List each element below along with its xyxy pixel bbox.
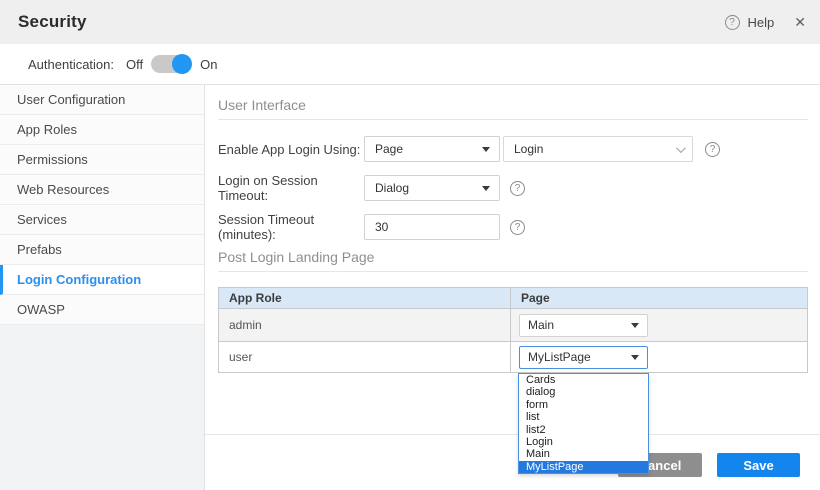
dropdown-option-mylistpage[interactable]: MyListPage [519,461,648,473]
sidebar-item-app-roles[interactable]: App Roles [0,115,204,145]
security-dialog: Security ? Help ✕ Authentication: Off On… [0,0,820,490]
table-row: user MyListPage [219,342,808,373]
help-icon[interactable]: ? [510,181,525,196]
sidebar-item-prefabs[interactable]: Prefabs [0,235,204,265]
page-title: Security [18,12,87,32]
main-content: User Interface Enable App Login Using: P… [205,85,820,490]
dropdown-option-login[interactable]: Login [519,436,648,448]
toggle-knob [172,54,192,74]
toggle-off-label: Off [126,57,143,72]
session-timeout-minutes-label: Session Timeout (minutes): [218,212,364,242]
user-page-value: MyListPage [528,350,591,364]
sidebar-item-web-resources[interactable]: Web Resources [0,175,204,205]
section-post-login-landing-page: Post Login Landing Page [218,249,808,272]
app-role-cell-admin: admin [219,309,511,342]
dropdown-option-main[interactable]: Main [519,448,648,460]
landing-page-table: App Role Page admin Main user [218,287,808,373]
sidebar-item-user-configuration[interactable]: User Configuration [0,85,204,115]
chevron-down-icon [676,143,686,153]
close-icon[interactable]: ✕ [794,14,806,31]
enable-app-login-row: Enable App Login Using: Page Login ? [218,136,808,162]
caret-down-icon [631,355,639,360]
footer-actions: Cancel Save [218,453,808,477]
table-row: admin Main [219,309,808,342]
section-user-interface: User Interface [218,97,808,120]
admin-page-value: Main [528,318,554,332]
caret-down-icon [631,323,639,328]
authentication-toggle[interactable] [151,55,191,73]
save-button[interactable]: Save [717,453,800,477]
sidebar-item-owasp[interactable]: OWASP [0,295,204,325]
footer-divider [205,434,820,435]
app-role-cell-user: user [219,342,511,373]
app-role-column-header: App Role [219,288,511,309]
dropdown-option-dialog[interactable]: dialog [519,386,648,398]
help-icon[interactable]: ? [705,142,720,157]
session-timeout-minutes-row: Session Timeout (minutes): ? [218,214,808,240]
titlebar-actions: ? Help ✕ [725,14,806,31]
authentication-bar: Authentication: Off On [0,44,820,85]
help-icon[interactable]: ? [725,15,740,30]
login-page-value: Login [514,142,543,156]
table-header-row: App Role Page [219,288,808,309]
sidebar-item-permissions[interactable]: Permissions [0,145,204,175]
login-type-select[interactable]: Page [364,136,500,162]
enable-app-login-label: Enable App Login Using: [218,142,364,157]
page-column-header: Page [511,288,808,309]
login-page-select[interactable]: Login [503,136,693,162]
session-timeout-input[interactable] [364,214,500,240]
admin-page-select[interactable]: Main [519,314,648,337]
authentication-label: Authentication: [28,57,114,72]
sidebar-item-login-configuration[interactable]: Login Configuration [0,265,204,295]
user-page-select[interactable]: MyListPage [519,346,648,369]
dropdown-option-list2[interactable]: list2 [519,424,648,436]
help-icon[interactable]: ? [510,220,525,235]
page-dropdown-list: Cards dialog form list list2 Login Main … [518,373,649,474]
session-timeout-type-row: Login on Session Timeout: Dialog ? [218,175,808,201]
caret-down-icon [482,186,490,191]
toggle-on-label: On [200,57,217,72]
sidebar-item-services[interactable]: Services [0,205,204,235]
dropdown-option-form[interactable]: form [519,399,648,411]
dropdown-option-cards[interactable]: Cards [519,374,648,386]
dropdown-option-list[interactable]: list [519,411,648,423]
login-type-value: Page [375,142,403,156]
landing-page-table-wrap: App Role Page admin Main user [218,287,808,373]
sidebar: User Configuration App Roles Permissions… [0,85,205,490]
session-timeout-type-value: Dialog [375,181,409,195]
titlebar: Security ? Help ✕ [0,0,820,44]
caret-down-icon [482,147,490,152]
session-timeout-type-select[interactable]: Dialog [364,175,500,201]
session-timeout-type-label: Login on Session Timeout: [218,173,364,203]
help-link[interactable]: Help [748,15,775,30]
